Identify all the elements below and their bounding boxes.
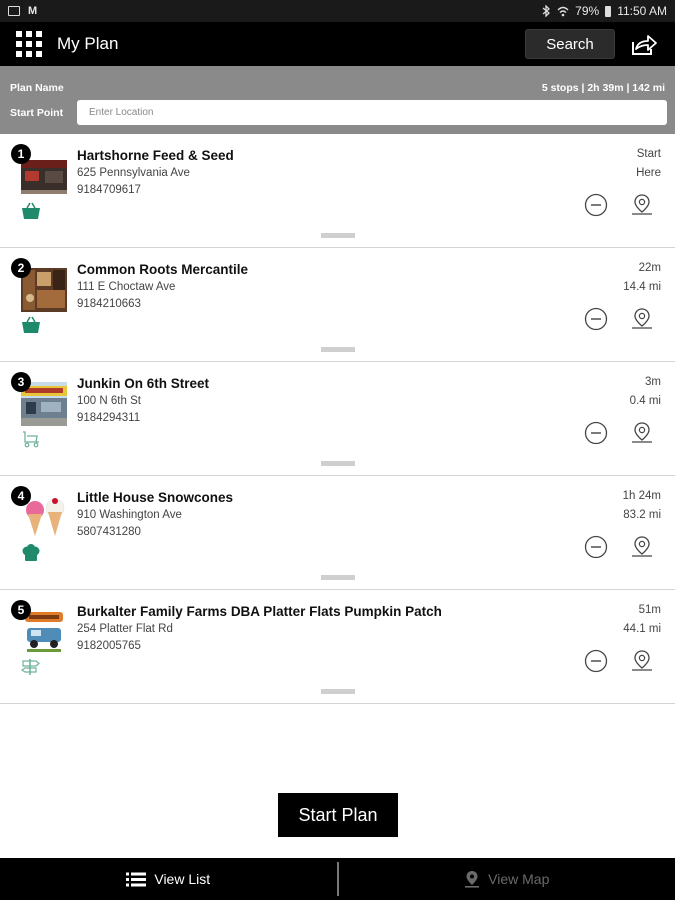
- stop-phone[interactable]: 9182005765: [77, 640, 141, 652]
- remove-stop-icon[interactable]: [584, 649, 608, 673]
- signpost-icon: [21, 659, 40, 675]
- list-icon: [126, 872, 147, 886]
- app-bar: My Plan Search: [0, 22, 675, 66]
- food-icon: [22, 544, 40, 561]
- stop-address: 625 Pennsylvania Ave: [77, 167, 190, 179]
- stop-time: 1h 24m: [622, 490, 661, 502]
- stop-time: 51m: [638, 604, 661, 616]
- stop-address: 111 E Choctaw Ave: [77, 281, 176, 293]
- bottom-tab-bar: View List View Map: [0, 858, 675, 900]
- antiques-icon: [23, 431, 39, 448]
- remove-stop-icon[interactable]: [584, 421, 608, 445]
- stop-address: 254 Platter Flat Rd: [77, 623, 173, 635]
- stop-name: Little House Snowcones: [77, 490, 234, 505]
- stops-list: 1 Hartshorne Feed & Seed 625 Pennsylvani…: [0, 134, 675, 704]
- map-pin-icon[interactable]: [629, 192, 655, 218]
- remove-stop-icon[interactable]: [584, 535, 608, 559]
- map-marker-icon: [465, 871, 480, 888]
- stop-phone[interactable]: 5807431280: [77, 526, 141, 538]
- stop-name: Burkalter Family Farms DBA Platter Flats…: [77, 604, 442, 619]
- remove-stop-icon[interactable]: [584, 307, 608, 331]
- stop-phone[interactable]: 9184210663: [77, 298, 141, 310]
- tab-view-map[interactable]: View Map: [339, 858, 675, 900]
- stop-distance: Here: [636, 167, 661, 179]
- map-pin-icon[interactable]: [629, 534, 655, 560]
- stop-name: Hartshorne Feed & Seed: [77, 148, 234, 163]
- grid-menu-icon[interactable]: [16, 31, 42, 57]
- tab-label: View List: [154, 871, 211, 887]
- stop-number-badge: 3: [11, 372, 31, 392]
- battery-percent: 79%: [575, 4, 600, 18]
- tab-view-list[interactable]: View List: [0, 858, 337, 900]
- stop-distance: 83.2 mi: [623, 509, 661, 521]
- stop-distance: 14.4 mi: [623, 281, 661, 293]
- gmail-icon: M: [28, 5, 38, 17]
- wifi-icon: [557, 6, 569, 16]
- bluetooth-icon: [542, 5, 551, 17]
- map-pin-icon[interactable]: [629, 306, 655, 332]
- stop-number-badge: 1: [11, 144, 31, 164]
- clock: 11:50 AM: [617, 4, 667, 18]
- drag-handle[interactable]: [321, 347, 355, 352]
- plan-name-label: Plan Name: [10, 82, 64, 94]
- stop-distance: 0.4 mi: [629, 395, 661, 407]
- stop-name: Junkin On 6th Street: [77, 376, 210, 391]
- stop-address: 100 N 6th St: [77, 395, 141, 407]
- page-title: My Plan: [57, 34, 119, 53]
- stop-name: Common Roots Mercantile: [77, 262, 249, 277]
- stop-phone[interactable]: 9184294311: [77, 412, 140, 424]
- stop-number-badge: 2: [11, 258, 31, 278]
- stop-number-badge: 4: [11, 486, 31, 506]
- stop-time: 22m: [638, 262, 661, 274]
- list-item[interactable]: 2 Common Roots Mercantile 111 E Choctaw …: [0, 248, 675, 362]
- start-plan-button[interactable]: Start Plan: [278, 793, 398, 837]
- drag-handle[interactable]: [321, 575, 355, 580]
- drag-handle[interactable]: [321, 689, 355, 694]
- list-item[interactable]: 5 Burkalter Family Farms DBA Platter Fla…: [0, 590, 675, 704]
- drag-handle[interactable]: [321, 461, 355, 466]
- start-point-label: Start Point: [10, 107, 64, 119]
- stop-address: 910 Washington Ave: [77, 509, 182, 521]
- stop-phone[interactable]: 9184709617: [77, 184, 141, 196]
- list-item[interactable]: 4 Little House Snowcones 910 Washington …: [0, 476, 675, 590]
- stop-time: Start: [636, 148, 661, 160]
- stop-number-badge: 5: [11, 600, 31, 620]
- plan-header: Plan Name 5 stops | 2h 39m | 142 mi Star…: [0, 66, 675, 134]
- gallery-icon: [8, 6, 20, 16]
- battery-icon: [605, 5, 612, 17]
- remove-stop-icon[interactable]: [584, 193, 608, 217]
- status-bar: M 79% 11:50 AM: [0, 0, 675, 22]
- shopping-basket-icon: [22, 202, 40, 219]
- map-pin-icon[interactable]: [629, 420, 655, 446]
- stop-time: 3m: [645, 376, 661, 388]
- stop-distance: 44.1 mi: [623, 623, 661, 635]
- map-pin-icon[interactable]: [629, 648, 655, 674]
- search-button[interactable]: Search: [525, 29, 615, 59]
- tab-label: View Map: [488, 871, 550, 887]
- list-item[interactable]: 3 Junkin On 6th Street 100 N 6th St 9184…: [0, 362, 675, 476]
- shopping-basket-icon: [22, 316, 40, 333]
- list-item[interactable]: 1 Hartshorne Feed & Seed 625 Pennsylvani…: [0, 134, 675, 248]
- plan-summary: 5 stops | 2h 39m | 142 mi: [541, 82, 665, 94]
- drag-handle[interactable]: [321, 233, 355, 238]
- start-location-input[interactable]: [77, 100, 667, 125]
- share-icon[interactable]: [629, 29, 659, 59]
